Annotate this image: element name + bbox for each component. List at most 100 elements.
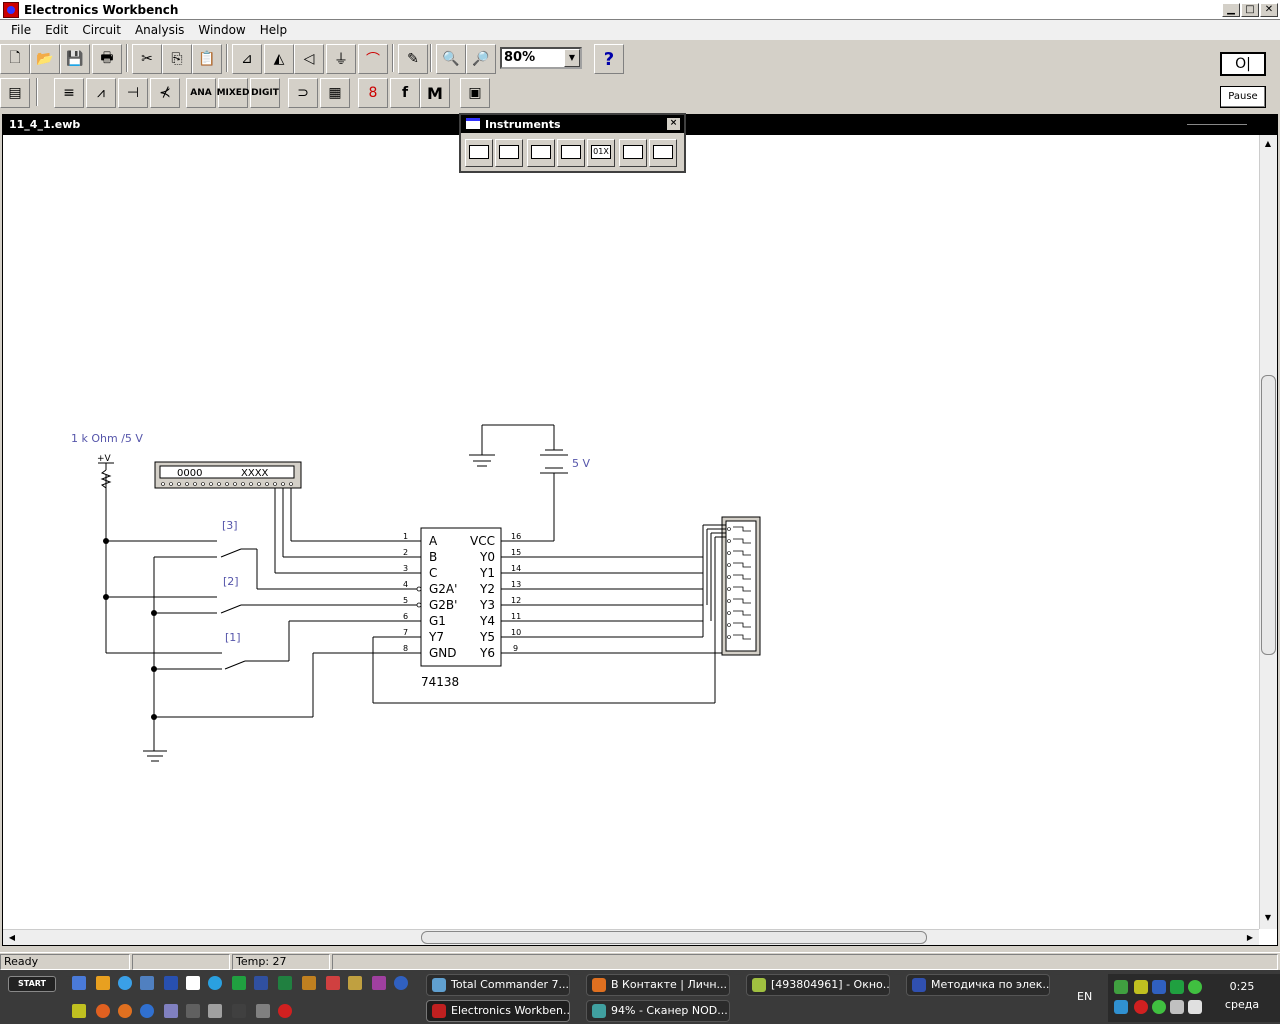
- vertical-scrollbar[interactable]: ▲ ▼: [1259, 135, 1277, 929]
- maximize-button[interactable]: □: [1241, 3, 1259, 17]
- menu-analysis[interactable]: Analysis: [128, 23, 191, 37]
- menu-circuit[interactable]: Circuit: [75, 23, 128, 37]
- logic-gates-bin-button[interactable]: ⊃: [288, 78, 318, 108]
- pause-button[interactable]: Pause: [1220, 86, 1266, 108]
- quick-launch-icon[interactable]: [256, 1004, 270, 1018]
- print-button[interactable]: 🖶: [92, 44, 122, 74]
- horizontal-scrollbar[interactable]: ◀ ▶: [3, 929, 1259, 945]
- bode-plotter-button[interactable]: [557, 139, 585, 167]
- horizontal-scroll-thumb[interactable]: [421, 931, 927, 944]
- multimeter-button[interactable]: [465, 139, 493, 167]
- start-button[interactable]: START: [8, 976, 56, 992]
- task-vkontakte[interactable]: В Контакте | Личн...: [586, 974, 730, 996]
- rotate-button[interactable]: ⊿: [232, 44, 262, 74]
- logic-analyzer-button[interactable]: [619, 139, 647, 167]
- basic-bin-button[interactable]: ⩘: [86, 78, 116, 108]
- cut-button[interactable]: ✂: [132, 44, 162, 74]
- flip-vertical-button[interactable]: ◁: [294, 44, 324, 74]
- quick-launch-icon[interactable]: [186, 976, 200, 990]
- quick-launch-icon[interactable]: [326, 976, 340, 990]
- chevron-down-icon[interactable]: ▼: [564, 49, 580, 67]
- paste-button[interactable]: 📋: [192, 44, 222, 74]
- menu-window[interactable]: Window: [191, 23, 252, 37]
- network-icon[interactable]: [1152, 980, 1166, 994]
- volume-icon[interactable]: [1170, 1000, 1184, 1014]
- tray-icon[interactable]: [1114, 1000, 1128, 1014]
- tray-icon[interactable]: [1114, 980, 1128, 994]
- app-icon[interactable]: [3, 2, 19, 18]
- copy-button[interactable]: ⎘: [162, 44, 192, 74]
- scroll-down-icon[interactable]: ▼: [1261, 911, 1275, 925]
- help-button[interactable]: ?: [594, 44, 624, 74]
- menu-help[interactable]: Help: [253, 23, 294, 37]
- mixed-ics-bin-button[interactable]: MIXED: [217, 78, 249, 108]
- quick-launch-icon[interactable]: [186, 1004, 200, 1018]
- firefox-icon[interactable]: [118, 1004, 132, 1018]
- tray-icon[interactable]: [1170, 980, 1184, 994]
- tray-icon[interactable]: [1188, 980, 1202, 994]
- task-word-document[interactable]: Методичка по элек...: [906, 974, 1050, 996]
- task-messenger[interactable]: [493804961] - Окно...: [746, 974, 890, 996]
- instruments-title-bar[interactable]: Instruments ×: [461, 115, 684, 133]
- controls-bin-button[interactable]: f: [390, 78, 420, 108]
- quick-launch-icon[interactable]: [372, 976, 386, 990]
- digital-ics-bin-button[interactable]: DIGIT: [250, 78, 280, 108]
- tray-icon[interactable]: [1134, 980, 1148, 994]
- menu-edit[interactable]: Edit: [38, 23, 75, 37]
- mail-icon[interactable]: [96, 1004, 110, 1018]
- open-button[interactable]: 📂: [30, 44, 60, 74]
- quick-launch-icon[interactable]: [164, 1004, 178, 1018]
- quick-launch-icon[interactable]: [348, 976, 362, 990]
- quick-launch-icon[interactable]: [208, 1004, 222, 1018]
- logic-converter-button[interactable]: [649, 139, 677, 167]
- minimize-button[interactable]: ▁: [1222, 3, 1240, 17]
- word-icon[interactable]: [164, 976, 178, 990]
- task-electronics-workbench[interactable]: Electronics Workben...: [426, 1000, 570, 1022]
- task-nod-scanner[interactable]: 94% - Сканер NOD...: [586, 1000, 730, 1022]
- photoshop-icon[interactable]: [254, 976, 268, 990]
- sources-bin-button[interactable]: ≡: [54, 78, 84, 108]
- quick-launch-icon[interactable]: [232, 1004, 246, 1018]
- quick-launch-icon[interactable]: [72, 1004, 86, 1018]
- instruments-bin-button[interactable]: ▣: [460, 78, 490, 108]
- zoom-out-button[interactable]: 🔍: [436, 44, 466, 74]
- tray-icon[interactable]: [1152, 1000, 1166, 1014]
- menu-file[interactable]: File: [4, 23, 38, 37]
- language-indicator[interactable]: EN: [1077, 990, 1092, 1003]
- save-button[interactable]: 💾: [60, 44, 90, 74]
- indicators-bin-button[interactable]: 8: [358, 78, 388, 108]
- task-total-commander[interactable]: Total Commander 7....: [426, 974, 570, 996]
- scroll-right-icon[interactable]: ▶: [1243, 931, 1257, 945]
- quick-launch-icon[interactable]: [302, 976, 316, 990]
- misc-bin-button[interactable]: M: [420, 78, 450, 108]
- quick-launch-icon[interactable]: [278, 1004, 292, 1018]
- description-button[interactable]: ✎: [398, 44, 428, 74]
- quick-launch-icon[interactable]: [394, 976, 408, 990]
- component-properties-button[interactable]: ⏚: [326, 44, 356, 74]
- tray-icon[interactable]: [1134, 1000, 1148, 1014]
- tray-icon[interactable]: [1188, 1000, 1202, 1014]
- zoom-in-button[interactable]: 🔎: [466, 44, 496, 74]
- ie-icon[interactable]: [118, 976, 132, 990]
- quick-launch-icon[interactable]: [140, 1004, 154, 1018]
- scroll-up-icon[interactable]: ▲: [1261, 137, 1275, 151]
- word-generator-button[interactable]: 01X: [587, 139, 615, 167]
- analysis-graph-button[interactable]: ⌒: [358, 44, 388, 74]
- close-icon[interactable]: ×: [667, 118, 680, 130]
- scroll-left-icon[interactable]: ◀: [5, 931, 19, 945]
- clock[interactable]: 0:25 среда: [1212, 980, 1272, 1011]
- quick-launch-icon[interactable]: [232, 976, 246, 990]
- diodes-bin-button[interactable]: ⊣: [118, 78, 148, 108]
- quick-launch-icon[interactable]: [96, 976, 110, 990]
- oscilloscope-button[interactable]: [527, 139, 555, 167]
- transistors-bin-button[interactable]: ⊀: [150, 78, 180, 108]
- analog-ics-bin-button[interactable]: ANA: [186, 78, 216, 108]
- zoom-select[interactable]: 80% ▼: [500, 47, 582, 69]
- favorites-bin-button[interactable]: ▤: [0, 78, 30, 108]
- power-switch[interactable]: O|: [1220, 52, 1266, 76]
- digital-bin-button[interactable]: ▦: [320, 78, 350, 108]
- desktop-icon[interactable]: [140, 976, 154, 990]
- function-generator-button[interactable]: [495, 139, 523, 167]
- excel-icon[interactable]: [278, 976, 292, 990]
- circuit-canvas[interactable]: 1 k Ohm /5 V +V [3] [2] [1] 5 V 0000 XXX…: [3, 135, 1259, 929]
